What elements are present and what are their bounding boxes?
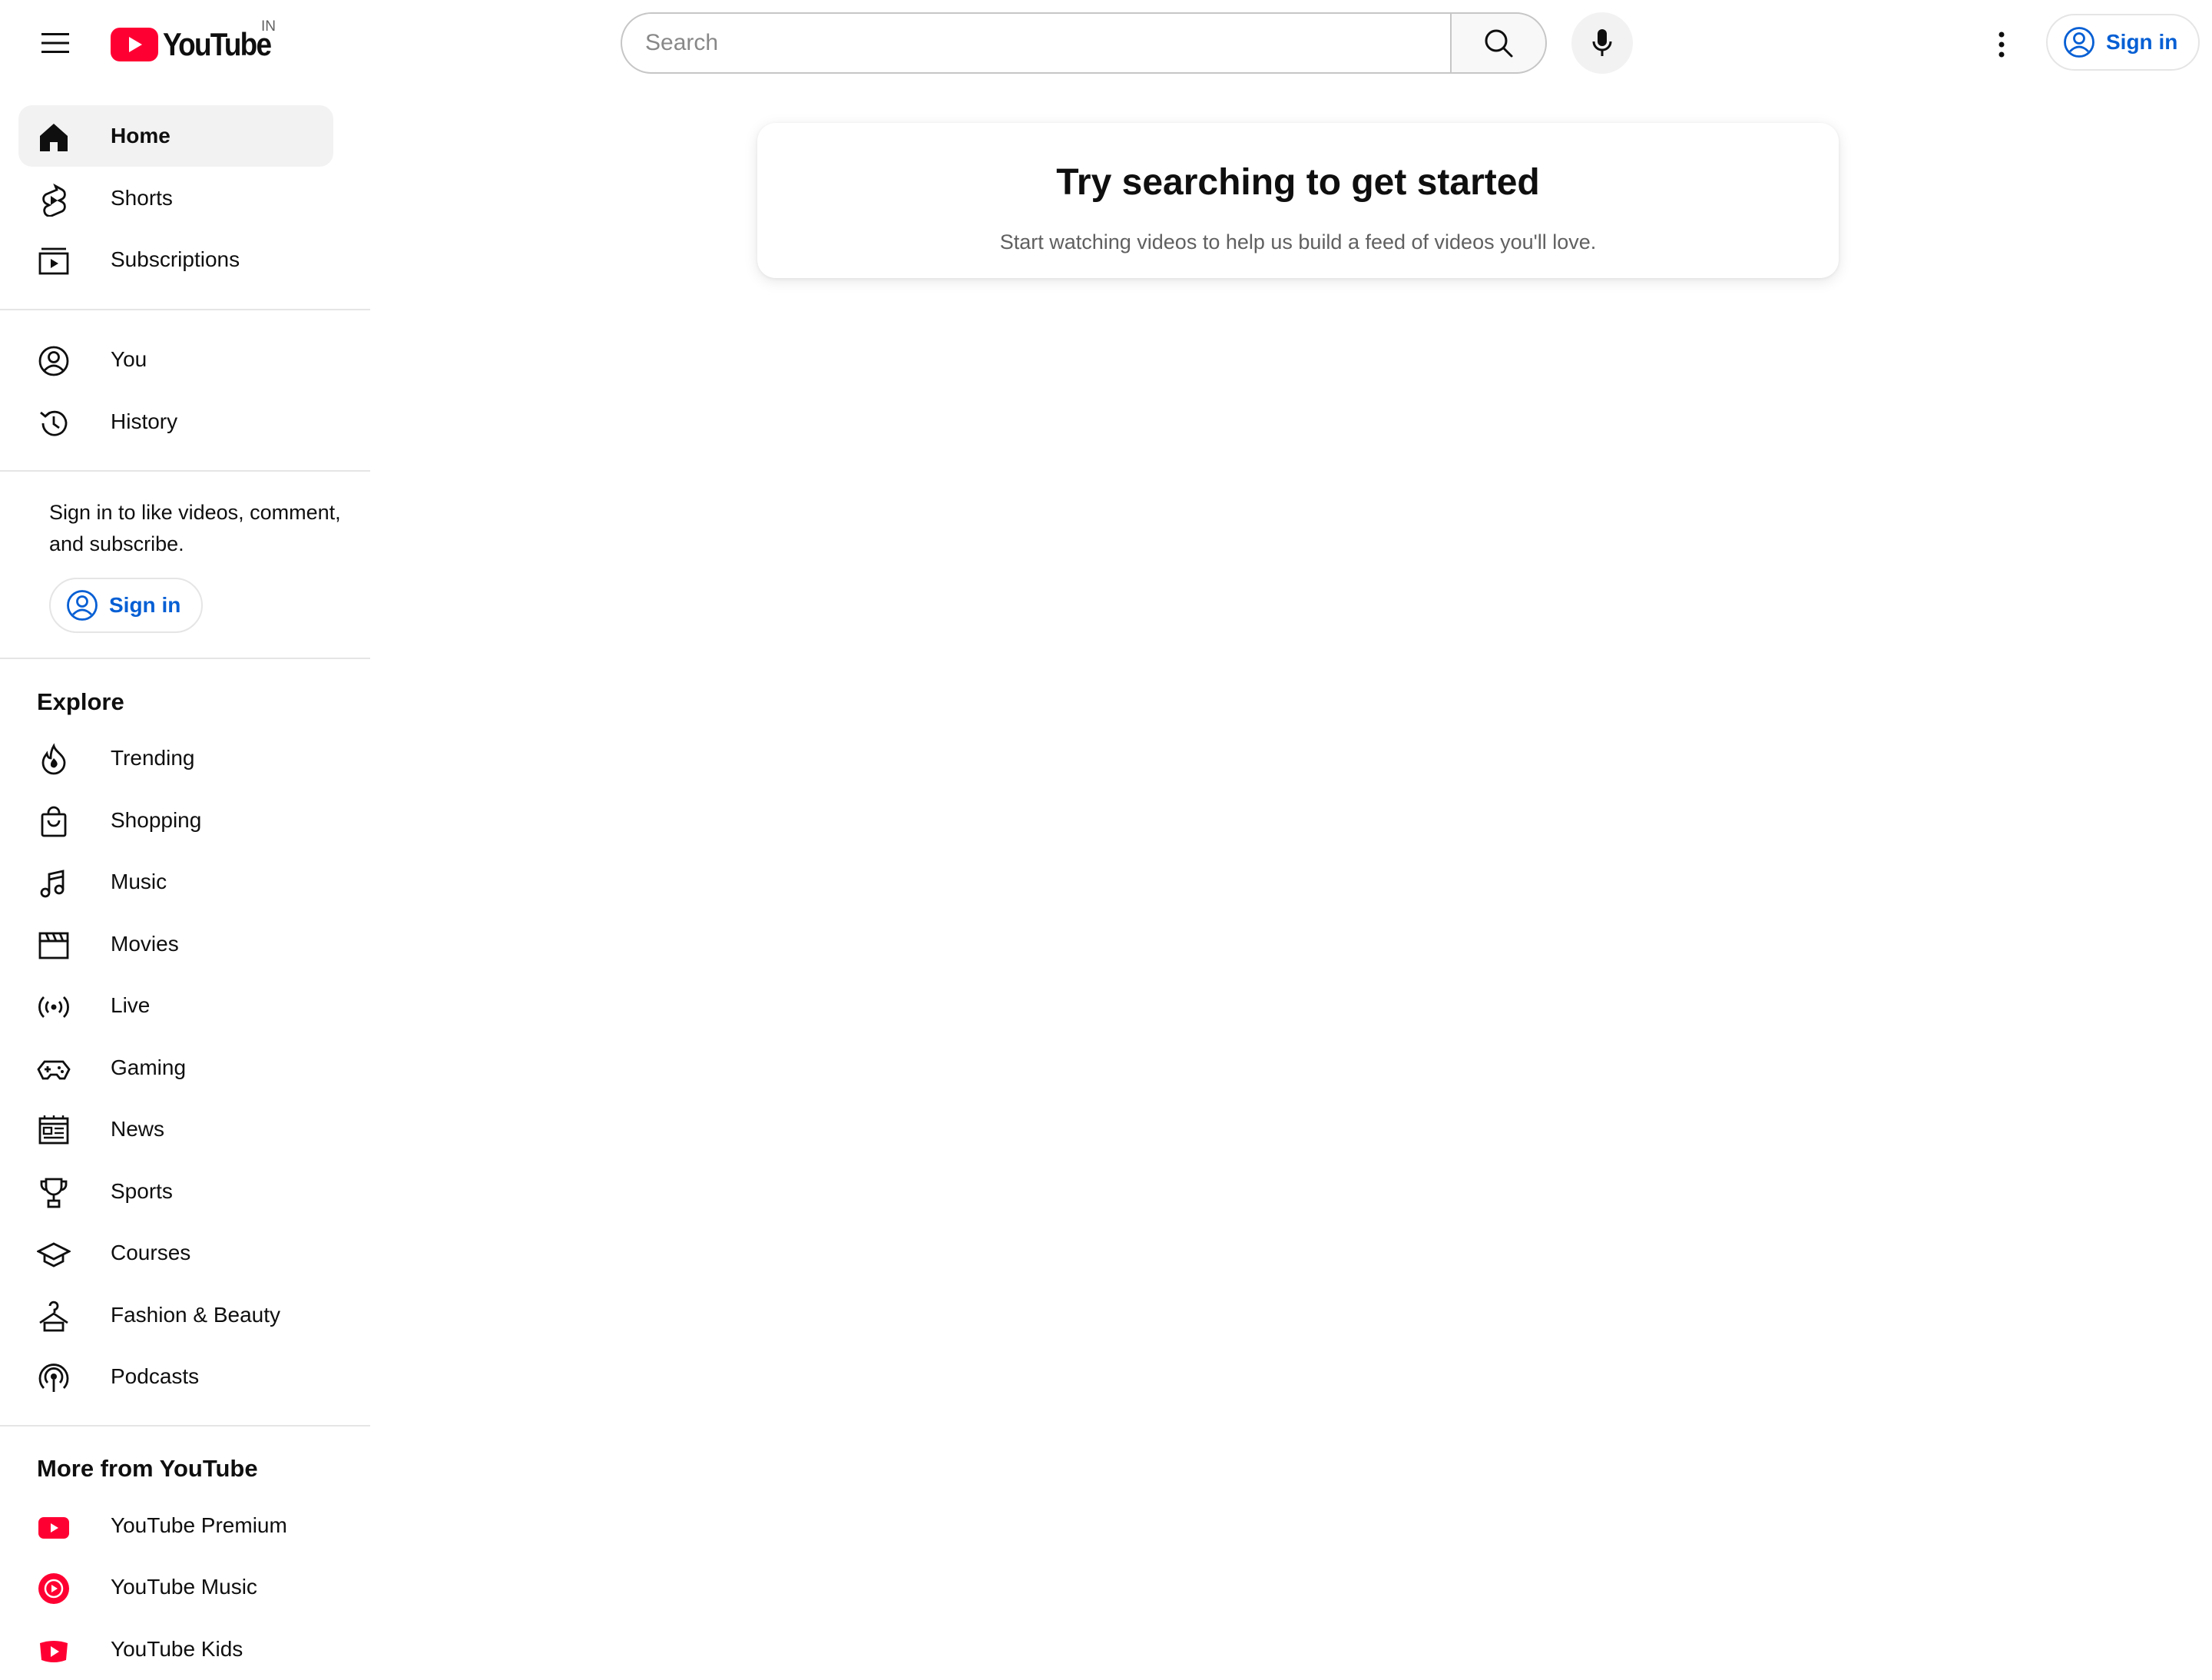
settings-menu-button[interactable] [1979, 22, 2025, 68]
sidebar-item-youtube-music[interactable]: YouTube Music [18, 1556, 333, 1618]
sidebar-item-label: Gaming [111, 1055, 187, 1079]
sidebar-item-label: History [111, 409, 178, 433]
shopping-bag-icon [37, 805, 71, 839]
sidebar-item-label: News [111, 1117, 165, 1141]
sidebar-item-label: YouTube Music [111, 1575, 257, 1599]
sidebar-item-label: You [111, 347, 147, 371]
sidebar-item-shorts[interactable]: Shorts [18, 167, 333, 229]
sidebar-item-label: Shopping [111, 808, 202, 832]
youtube-premium-icon [37, 1510, 71, 1544]
voice-search-button[interactable] [1571, 12, 1633, 74]
country-code: IN [261, 18, 276, 35]
trending-icon [37, 743, 71, 777]
trophy-icon [37, 1176, 71, 1210]
empty-feed-title: Try searching to get started [1056, 162, 1540, 203]
microphone-icon [1592, 29, 1612, 56]
sidebar-item-youtube-kids[interactable]: YouTube Kids [18, 1619, 333, 1680]
sign-in-label: Sign in [2106, 30, 2178, 54]
sidebar-item-label: YouTube Premium [111, 1513, 287, 1537]
sidebar-item-podcasts[interactable]: Podcasts [18, 1346, 333, 1407]
music-note-icon [37, 867, 71, 900]
sidebar-divider [0, 309, 370, 310]
sidebar-item-label: Podcasts [111, 1364, 200, 1388]
sidebar-item-label: Sports [111, 1179, 173, 1203]
search-bar [621, 12, 1547, 74]
sidebar-item-sports[interactable]: Sports [18, 1161, 333, 1222]
home-icon [37, 121, 71, 154]
sidebar-item-you[interactable]: You [18, 329, 333, 390]
empty-feed-subtitle: Start watching videos to help us build a… [999, 230, 1597, 253]
youtube-kids-icon [37, 1634, 71, 1668]
history-icon [37, 406, 71, 440]
sidebar-item-trending[interactable]: Trending [18, 727, 333, 789]
sidebar-item-label: Courses [111, 1241, 191, 1264]
masthead: YouTube IN Sign in [0, 0, 2212, 86]
hanger-icon [37, 1300, 71, 1334]
sidebar-item-news[interactable]: News [18, 1098, 333, 1160]
empty-feed-card: Try searching to get started Start watch… [757, 123, 1839, 278]
more-from-youtube-heading: More from YouTube [37, 1455, 258, 1482]
sidebar-divider [0, 470, 370, 472]
sidebar: Home Shorts Subscriptions You History Si… [0, 86, 370, 1662]
search-icon [1485, 29, 1513, 58]
sidebar-item-subscriptions[interactable]: Subscriptions [18, 229, 333, 290]
sidebar-item-fashion-beauty[interactable]: Fashion & Beauty [18, 1284, 333, 1346]
sidebar-item-home[interactable]: Home [18, 105, 333, 167]
subscriptions-icon [37, 244, 71, 278]
sidebar-item-label: Trending [111, 746, 195, 770]
search-button[interactable] [1450, 12, 1547, 74]
explore-heading: Explore [37, 688, 124, 715]
sidebar-item-history[interactable]: History [18, 391, 333, 452]
podcast-icon [37, 1361, 71, 1395]
sidebar-item-label: Home [111, 124, 171, 147]
sidebar-item-gaming[interactable]: Gaming [18, 1037, 333, 1098]
logo-text: YouTube [163, 26, 272, 62]
live-broadcast-icon [37, 990, 71, 1024]
newspaper-icon [37, 1114, 71, 1148]
sidebar-item-label: Music [111, 870, 167, 893]
hamburger-icon [41, 33, 69, 53]
sign-in-label: Sign in [109, 593, 181, 617]
sidebar-item-movies[interactable]: Movies [18, 913, 333, 975]
clapperboard-icon [37, 929, 71, 963]
sidebar-item-shopping[interactable]: Shopping [18, 790, 333, 851]
sidebar-item-label: Subscriptions [111, 247, 240, 271]
sidebar-item-music[interactable]: Music [18, 851, 333, 913]
youtube-play-icon [111, 28, 158, 61]
account-icon [37, 344, 71, 378]
sidebar-divider [0, 658, 370, 659]
sidebar-item-label: Shorts [111, 186, 173, 210]
more-vertical-icon [1998, 31, 2005, 58]
sidebar-divider [0, 1425, 370, 1427]
sidebar-item-label: YouTube Kids [111, 1637, 243, 1661]
sign-in-button[interactable]: Sign in [2046, 14, 2200, 71]
sidebar-item-label: Movies [111, 932, 179, 956]
sidebar-item-label: Fashion & Beauty [111, 1303, 281, 1327]
youtube-logo[interactable]: YouTube [111, 26, 285, 63]
account-circle-icon [67, 590, 98, 621]
youtube-music-icon [37, 1572, 71, 1605]
sidebar-item-live[interactable]: Live [18, 975, 333, 1036]
sidebar-item-courses[interactable]: Courses [18, 1222, 333, 1284]
account-circle-icon [2064, 27, 2094, 58]
gamepad-icon [37, 1052, 71, 1086]
sidebar-item-youtube-premium[interactable]: YouTube Premium [18, 1495, 333, 1556]
menu-button[interactable] [34, 22, 77, 65]
search-input[interactable] [621, 12, 1450, 74]
sidebar-sign-in-button[interactable]: Sign in [49, 578, 203, 633]
sidebar-item-label: Live [111, 993, 151, 1017]
shorts-icon [37, 183, 71, 217]
sign-in-prompt: Sign in to like videos, comment, and sub… [49, 501, 341, 555]
graduation-cap-icon [37, 1238, 71, 1271]
